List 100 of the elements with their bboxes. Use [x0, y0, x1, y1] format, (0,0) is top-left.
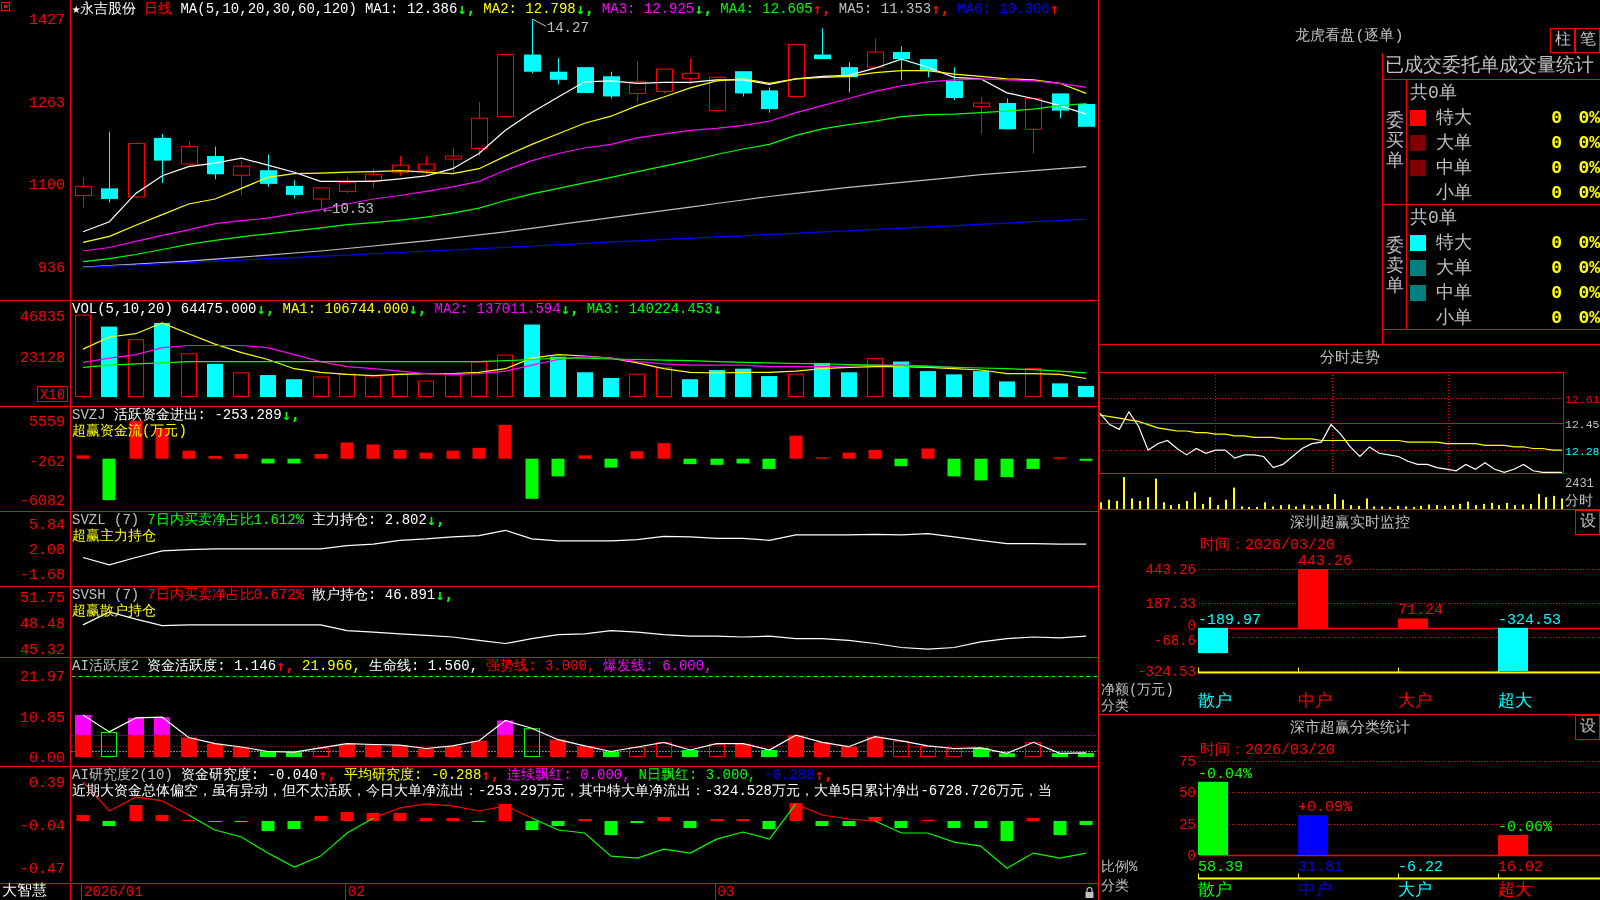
- research-bar: [657, 817, 671, 821]
- candlestick: [207, 145, 224, 180]
- trend-arrow: ↓,: [281, 407, 300, 423]
- data-label: 443.26: [1298, 553, 1352, 570]
- indicator-label: 生命线: 1.560,: [368, 658, 479, 674]
- flow-bar: [287, 458, 301, 464]
- trend-arrow: ↓,: [435, 587, 454, 603]
- value-label: -6.22: [1398, 859, 1443, 876]
- indicator-label: MA5: 11.353: [838, 1, 932, 17]
- axis-title: 分时: [1565, 493, 1593, 509]
- panel-title: 深圳超赢实时监控: [1289, 514, 1410, 532]
- activity-bar: [101, 731, 117, 757]
- candlestick: [867, 37, 884, 69]
- volume-bar: [286, 379, 302, 398]
- activity-bar: [973, 747, 989, 757]
- indicator-label: -0.288: [764, 767, 815, 783]
- volume-bar: [682, 379, 698, 398]
- indicator-label: MA2: 137011.594: [434, 301, 561, 317]
- candlestick: [418, 155, 435, 175]
- indicator-label: MA2: 12.798: [483, 1, 576, 17]
- axis-label: 48.48: [20, 616, 65, 634]
- research-bar: [894, 821, 908, 828]
- change-label: +0.09%: [1298, 799, 1352, 817]
- indicator-label: 连续飘红: 0.000,: [507, 767, 631, 783]
- table-title: 已成交委托单成交量统计: [1385, 55, 1594, 77]
- flow-bar: [894, 458, 908, 467]
- activity-bar: [893, 740, 909, 757]
- research-bar: [102, 821, 116, 826]
- activity-bar: [841, 746, 857, 757]
- activity-bar: [154, 734, 170, 757]
- order-total: 共0单: [1410, 207, 1457, 228]
- activity-bar: [524, 728, 540, 757]
- indicator-label: N日飘红: 3.000,: [638, 767, 757, 783]
- change-label: -0.04%: [1198, 765, 1252, 783]
- category-label: 超大: [1498, 692, 1532, 711]
- order-percent: 0%: [1578, 132, 1600, 153]
- volume-bar: [656, 367, 672, 398]
- activity-bar: [920, 745, 936, 757]
- flow-bar: [710, 458, 724, 465]
- candlestick: [1025, 98, 1042, 155]
- flow-bar: [366, 444, 380, 459]
- activity-bar: [788, 735, 804, 757]
- indicator-label: SVZL (7): [72, 512, 140, 528]
- volume-bar: [1052, 383, 1068, 398]
- price-label: 14.27: [546, 20, 589, 37]
- activity-bar: [418, 748, 434, 757]
- flow-bar: [551, 458, 565, 477]
- flow-bar: [340, 442, 354, 459]
- axis-label: 1427: [29, 12, 65, 30]
- candlestick: [814, 27, 831, 60]
- category-label: 散户: [1198, 692, 1232, 711]
- order-count: 0: [1551, 307, 1562, 328]
- corner-square-icon: [1, 2, 10, 11]
- research-bar: [419, 818, 433, 821]
- candlestick: [365, 168, 382, 189]
- axis-label: -6082: [20, 493, 65, 510]
- bar: [1498, 627, 1528, 671]
- indicator-label: 7日内买卖净占比1.612%: [147, 512, 305, 528]
- flow-bar: [1079, 458, 1093, 461]
- order-count: 0: [1551, 232, 1562, 253]
- flow-bar: [789, 435, 803, 459]
- activity-bar: [154, 717, 170, 735]
- volume-bar: [181, 353, 197, 398]
- volume-bar: [497, 354, 513, 398]
- candlestick: [656, 68, 673, 94]
- volume-bar: [1078, 385, 1094, 398]
- candlestick: [841, 61, 858, 93]
- settings-button[interactable]: 设: [1575, 510, 1600, 535]
- flow-bar: [657, 443, 671, 459]
- flow-bar: [868, 449, 882, 459]
- category-label: 大户: [1398, 692, 1432, 711]
- flow-bar: [604, 458, 618, 468]
- unit-label: X10: [37, 386, 68, 403]
- axis-label: -324.53: [1137, 664, 1196, 680]
- flow-bar: [762, 458, 776, 469]
- candlestick: [761, 86, 778, 114]
- axis-title: 分类: [1101, 698, 1129, 714]
- volume-bar: [207, 363, 223, 398]
- order-percent: 0%: [1578, 307, 1600, 328]
- toolbar-button[interactable]: 笔: [1575, 28, 1600, 53]
- research-bar: [155, 814, 169, 821]
- volume-bar: [365, 376, 381, 398]
- research-bar: [551, 821, 565, 826]
- research-bar: [1000, 821, 1014, 842]
- trend-arrow: ↑,: [318, 767, 337, 783]
- volume-bar: [893, 361, 909, 398]
- bar: [1198, 627, 1228, 654]
- settings-button[interactable]: 设: [1575, 715, 1600, 740]
- axis-label: 25: [1179, 816, 1196, 833]
- activity-bar: [709, 743, 725, 757]
- activity-bar: [260, 751, 276, 757]
- candlestick: [524, 18, 541, 74]
- activity-bar: [867, 736, 883, 757]
- axis-label: 0.39: [29, 774, 65, 792]
- axis-label: 51.75: [20, 590, 65, 607]
- indicator-label: 活跃资金进出: -253.289: [113, 407, 282, 423]
- value-label: 16.02: [1498, 859, 1543, 876]
- activity-bar: [603, 751, 619, 757]
- toolbar-button[interactable]: 柱: [1550, 28, 1575, 53]
- activity-bar: [656, 742, 672, 757]
